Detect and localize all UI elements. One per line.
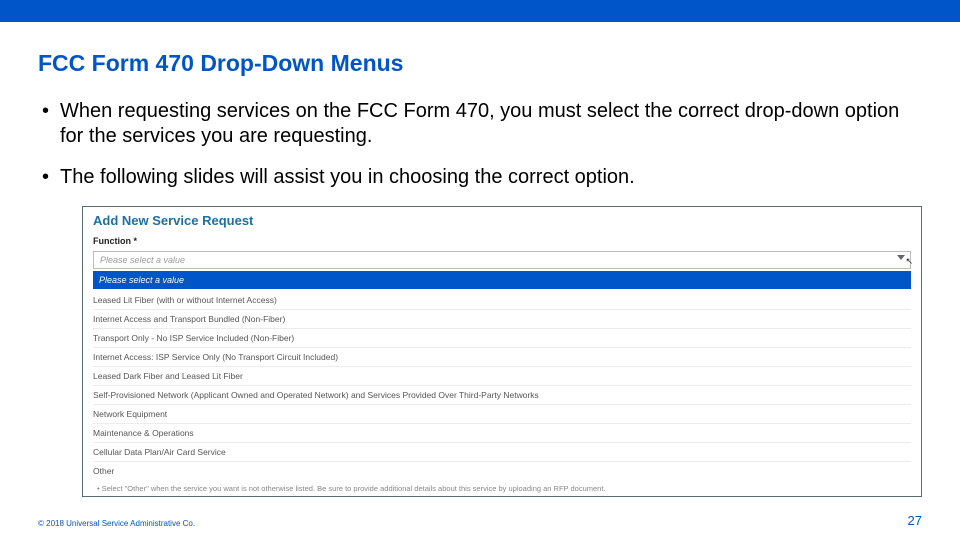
bullet-text: The following slides will assist you in … (60, 165, 922, 190)
page-number: 27 (908, 513, 922, 528)
dropdown-option[interactable]: Leased Dark Fiber and Leased Lit Fiber (93, 367, 911, 386)
cursor-icon: ↖ (905, 256, 913, 267)
bullet-text: When requesting services on the FCC Form… (60, 99, 922, 149)
dropdown-option[interactable]: Internet Access and Transport Bundled (N… (93, 310, 911, 329)
bullet-list: When requesting services on the FCC Form… (38, 99, 922, 190)
top-accent-bar (0, 0, 960, 22)
copyright-text: © 2018 Universal Service Administrative … (38, 519, 195, 528)
dropdown-input-wrap: Please select a value ↖ (83, 251, 921, 271)
form-heading: Add New Service Request (83, 207, 921, 231)
chevron-down-icon (897, 255, 905, 260)
dropdown-option[interactable]: Other (93, 462, 911, 480)
dropdown-option[interactable]: Self-Provisioned Network (Applicant Owne… (93, 386, 911, 405)
field-label-row: Function * (83, 231, 921, 251)
slide-title: FCC Form 470 Drop-Down Menus (38, 50, 922, 77)
dropdown-highlighted-option[interactable]: Please select a value (93, 271, 911, 289)
bullet-item: When requesting services on the FCC Form… (38, 99, 922, 149)
dropdown-option[interactable]: Transport Only - No ISP Service Included… (93, 329, 911, 348)
form-helper-note: Select "Other" when the service you want… (83, 484, 921, 496)
dropdown-option[interactable]: Cellular Data Plan/Air Card Service (93, 443, 911, 462)
slide-content: FCC Form 470 Drop-Down Menus When reques… (0, 22, 960, 497)
dropdown-option[interactable]: Maintenance & Operations (93, 424, 911, 443)
dropdown-options-list: Leased Lit Fiber (with or without Intern… (83, 289, 921, 484)
dropdown-option[interactable]: Leased Lit Fiber (with or without Intern… (93, 291, 911, 310)
dropdown-option[interactable]: Internet Access: ISP Service Only (No Tr… (93, 348, 911, 367)
function-dropdown[interactable]: Please select a value (93, 251, 911, 269)
form-screenshot: Add New Service Request Function * Pleas… (82, 206, 922, 497)
bullet-item: The following slides will assist you in … (38, 165, 922, 190)
dropdown-option[interactable]: Network Equipment (93, 405, 911, 424)
slide-footer: © 2018 Universal Service Administrative … (38, 513, 922, 528)
field-label: Function * (93, 236, 137, 246)
